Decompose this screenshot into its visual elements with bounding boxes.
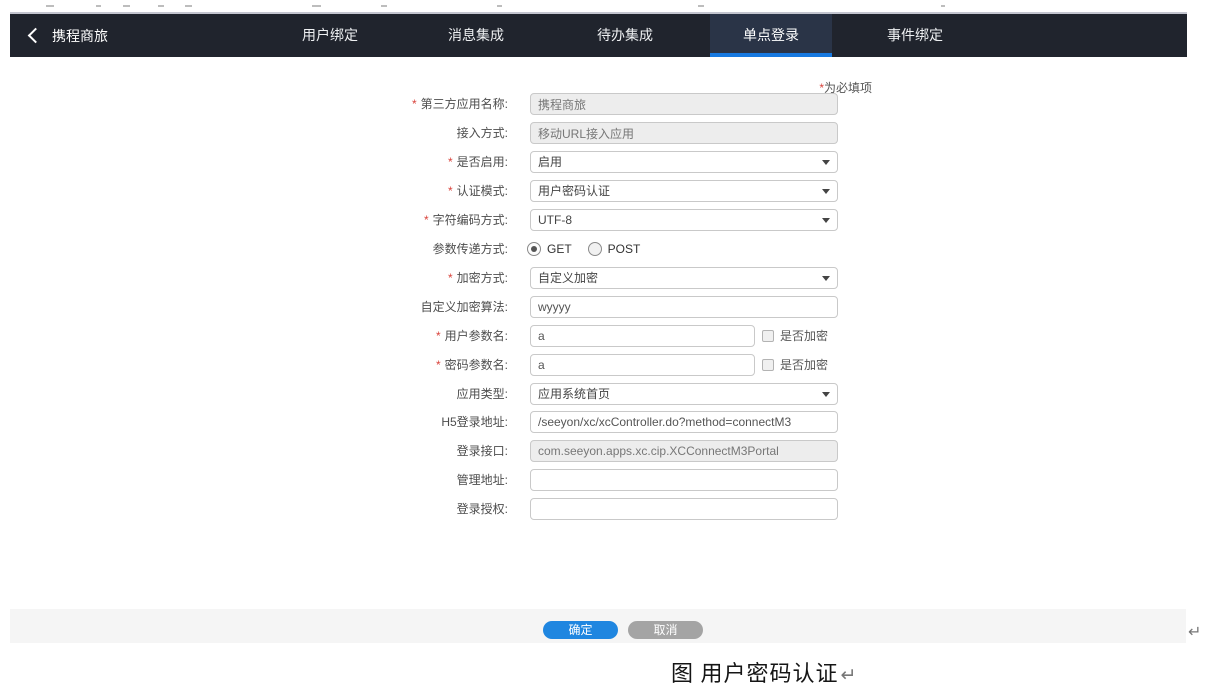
text-input	[530, 122, 838, 144]
text-input[interactable]	[530, 498, 838, 520]
form-row: 参数传递方式: GET POST	[0, 238, 1214, 260]
form-row: * 认证模式: 用户密码认证	[0, 180, 1214, 202]
page: 携程商旅 用户绑定消息集成待办集成单点登录事件绑定 *为必填项 *第三方应用名称…	[0, 0, 1214, 700]
form-row: 登录接口:	[0, 440, 1214, 462]
field-label: * 加密方式:	[300, 267, 508, 289]
radio-group: GET POST	[527, 238, 656, 260]
field-label-text: 字符编码方式:	[433, 213, 508, 227]
field-label-text: 密码参数名:	[445, 358, 508, 372]
form-row: * 加密方式: 自定义加密	[0, 267, 1214, 289]
field-label-text: H5登录地址:	[441, 415, 508, 429]
field-label-text: 应用类型:	[457, 387, 508, 401]
text-input[interactable]	[530, 469, 838, 491]
select-input[interactable]: 启用	[530, 151, 838, 173]
field-label: 登录授权:	[300, 498, 508, 520]
field-label: 自定义加密算法:	[300, 296, 508, 318]
field-label: 应用类型:	[300, 383, 508, 405]
text-input[interactable]	[530, 411, 838, 433]
form-row: * 字符编码方式: UTF-8	[0, 209, 1214, 231]
checkbox-label: 是否加密	[780, 325, 828, 347]
field-label-text: 用户参数名:	[445, 329, 508, 343]
form-row: * 第三方应用名称:	[0, 93, 1214, 115]
field-label-text: 登录接口:	[457, 444, 508, 458]
confirm-button[interactable]: 确定	[543, 621, 618, 639]
text-input[interactable]	[530, 325, 755, 347]
required-asterisk: *	[448, 184, 453, 198]
field-label: 登录接口:	[300, 440, 508, 462]
field-label-text: 自定义加密算法:	[421, 300, 508, 314]
form-row: * 是否启用: 启用	[0, 151, 1214, 173]
dropdown-arrow-icon	[822, 189, 830, 194]
text-input	[530, 440, 838, 462]
select-input[interactable]: 应用系统首页	[530, 383, 838, 405]
sso-form: * 第三方应用名称: 接入方式: * 是否启用: 启用 * 认证模式: 用户密码认证 * 字符编码方…	[0, 0, 1214, 560]
field-label-text: 加密方式:	[457, 271, 508, 285]
radio-get[interactable]	[527, 242, 541, 256]
required-asterisk: *	[436, 329, 441, 343]
caption-return-mark-icon: ↵	[841, 664, 857, 686]
form-row: 接入方式:	[0, 122, 1214, 144]
radio-label: POST	[608, 242, 641, 256]
dropdown-arrow-icon	[822, 392, 830, 397]
field-label-text: 是否启用:	[457, 155, 508, 169]
required-asterisk: *	[436, 358, 441, 372]
field-label: 管理地址:	[300, 469, 508, 491]
encrypt-checkbox[interactable]	[762, 359, 774, 371]
cancel-button[interactable]: 取消	[628, 621, 703, 639]
required-asterisk: *	[448, 271, 453, 285]
required-asterisk: *	[412, 97, 417, 111]
return-mark-icon: ↵	[1188, 622, 1201, 641]
dropdown-arrow-icon	[822, 160, 830, 165]
select-value: 应用系统首页	[538, 384, 610, 404]
field-label-text: 参数传递方式:	[433, 242, 508, 256]
radio-label: GET	[547, 242, 572, 256]
form-row: * 用户参数名: 是否加密	[0, 325, 1214, 347]
select-input[interactable]: 用户密码认证	[530, 180, 838, 202]
field-label: 接入方式:	[300, 122, 508, 144]
field-label-text: 认证模式:	[457, 184, 508, 198]
select-value: UTF-8	[538, 210, 572, 230]
field-label: * 认证模式:	[300, 180, 508, 202]
required-asterisk: *	[424, 213, 429, 227]
select-value: 自定义加密	[538, 268, 598, 288]
form-row: 应用类型: 应用系统首页	[0, 383, 1214, 405]
figure-caption: 图 用户密码认证↵	[671, 656, 856, 688]
form-row: * 密码参数名: 是否加密	[0, 354, 1214, 376]
select-value: 用户密码认证	[538, 181, 610, 201]
figure-caption-text: 图 用户密码认证	[671, 661, 839, 686]
dropdown-arrow-icon	[822, 276, 830, 281]
text-input	[530, 93, 838, 115]
field-label: * 字符编码方式:	[300, 209, 508, 231]
field-label: * 第三方应用名称:	[300, 93, 508, 115]
checkbox-label: 是否加密	[780, 354, 828, 376]
field-label: * 用户参数名:	[300, 325, 508, 347]
field-label-text: 第三方应用名称:	[421, 97, 508, 111]
form-row: 自定义加密算法:	[0, 296, 1214, 318]
required-asterisk: *	[448, 155, 453, 169]
field-label: * 是否启用:	[300, 151, 508, 173]
field-label-text: 管理地址:	[457, 473, 508, 487]
field-label-text: 登录授权:	[457, 502, 508, 516]
text-input[interactable]	[530, 354, 755, 376]
form-row: 管理地址:	[0, 469, 1214, 491]
field-label: 参数传递方式:	[300, 238, 508, 260]
field-label-text: 接入方式:	[457, 126, 508, 140]
dropdown-arrow-icon	[822, 218, 830, 223]
encrypt-checkbox[interactable]	[762, 330, 774, 342]
text-input[interactable]	[530, 296, 838, 318]
form-row: H5登录地址:	[0, 411, 1214, 433]
field-label: H5登录地址:	[300, 411, 508, 433]
field-label: * 密码参数名:	[300, 354, 508, 376]
select-input[interactable]: 自定义加密	[530, 267, 838, 289]
select-input[interactable]: UTF-8	[530, 209, 838, 231]
select-value: 启用	[538, 152, 562, 172]
radio-post[interactable]	[588, 242, 602, 256]
form-row: 登录授权:	[0, 498, 1214, 520]
